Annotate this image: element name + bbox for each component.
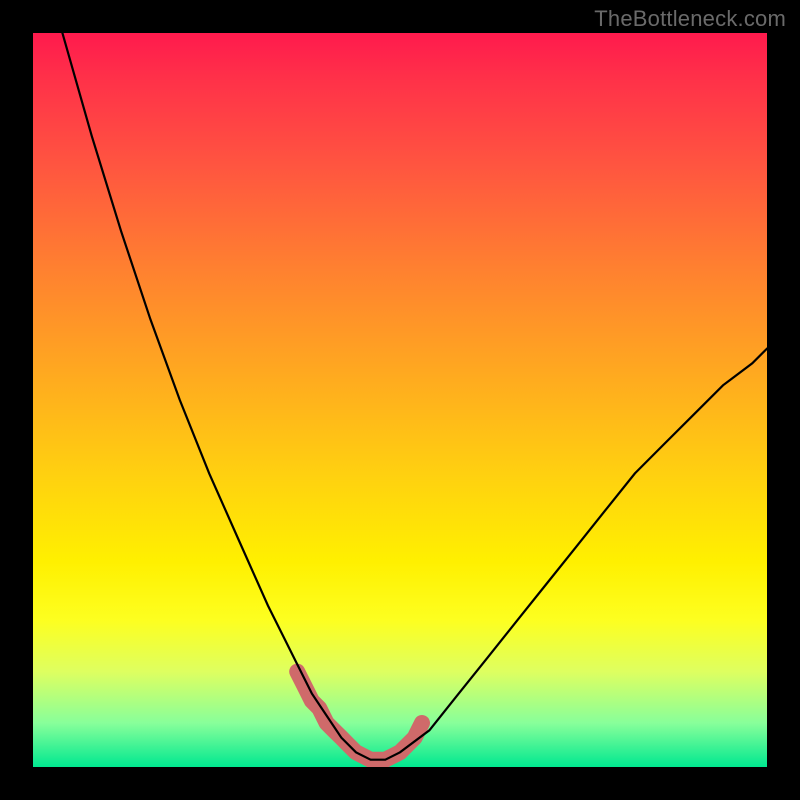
plot-area [33,33,767,767]
chart-frame: TheBottleneck.com [0,0,800,800]
watermark-text: TheBottleneck.com [594,6,786,32]
bottleneck-curve [62,33,767,760]
marker-highlight [297,672,422,760]
curve-svg [33,33,767,767]
